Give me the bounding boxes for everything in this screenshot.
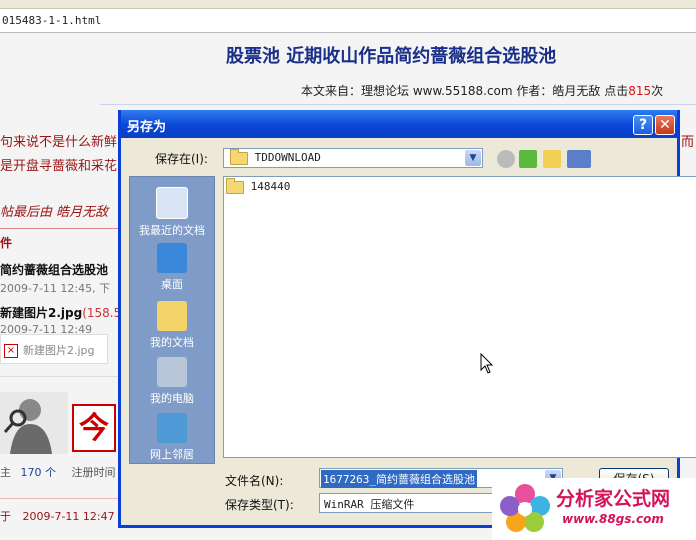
flower-logo-icon xyxy=(500,484,550,532)
file-list[interactable]: 148440 xyxy=(223,176,696,458)
divider xyxy=(100,104,696,105)
file-name: 148440 xyxy=(250,180,291,193)
save-in-dropdown[interactable]: TDDOWNLOAD ▼ xyxy=(223,148,483,168)
click-suffix: 次 xyxy=(651,84,664,98)
chevron-down-icon[interactable]: ▼ xyxy=(465,150,481,166)
place-network[interactable]: 网上邻居 xyxy=(130,413,214,462)
place-my-documents-label: 我的文档 xyxy=(150,336,194,349)
new-folder-icon[interactable] xyxy=(543,150,561,168)
save-in-value: TDDOWNLOAD xyxy=(230,148,321,165)
address-text: 015483-1-1.html xyxy=(2,14,102,27)
post-time: 于 2009-7-11 12:47 xyxy=(0,508,115,524)
article-body-line-1: 句来说不是什么新鲜 xyxy=(0,135,118,150)
place-my-documents[interactable]: 我的文档 xyxy=(130,301,214,350)
place-my-computer[interactable]: 我的电脑 xyxy=(130,357,214,406)
attachment-link[interactable]: 简约蔷薇组合选股池 xyxy=(0,261,108,278)
today-badge: 今 xyxy=(72,404,116,452)
filetype-value: WinRAR 压缩文件 xyxy=(324,498,415,511)
post-time-value: 2009-7-11 12:47 xyxy=(22,510,115,523)
place-desktop[interactable]: 桌面 xyxy=(130,243,214,292)
source-line: 本文来自：理想论坛 www.55188.com 作者：皓月无敌 点击815次 xyxy=(301,82,663,99)
back-icon[interactable] xyxy=(497,150,515,168)
user-stats-prefix: 主 xyxy=(0,466,11,479)
post-bottom-divider xyxy=(0,498,120,499)
my-computer-icon xyxy=(157,357,187,387)
user-reg-label: 注册时间 xyxy=(71,466,116,479)
attachments-header: 件 xyxy=(0,236,13,250)
broken-image-icon: × xyxy=(4,344,18,358)
list-item[interactable]: 148440 xyxy=(226,177,291,194)
section-divider xyxy=(0,228,120,229)
browser-toolbar xyxy=(0,0,696,9)
user-posts: 170 个 xyxy=(20,466,57,479)
address-bar[interactable]: 015483-1-1.html xyxy=(0,9,696,33)
mouse-cursor-icon xyxy=(480,353,494,374)
place-my-computer-label: 我的电脑 xyxy=(150,392,194,405)
save-in-folder-name: TDDOWNLOAD xyxy=(254,151,321,164)
image-attachment-title[interactable]: 新建图片2.jpg(158.5 xyxy=(0,304,121,321)
logo-name: 分析家公式网 xyxy=(556,488,671,510)
source-text: 本文来自：理想论坛 www.55188.com 作者：皓月无敌 点击 xyxy=(301,84,629,98)
save-in-label: 保存在(I): xyxy=(155,152,208,166)
edit-note: 帖最后由 皓月无敌 xyxy=(0,205,109,220)
desktop-icon xyxy=(157,243,187,273)
place-network-label: 网上邻居 xyxy=(150,448,194,461)
logo-url: www.88gs.com xyxy=(562,512,664,526)
article-body-line-1-right: 而 xyxy=(681,135,695,150)
my-documents-icon xyxy=(157,301,187,331)
dialog-title: 另存为 xyxy=(127,120,167,135)
user-stats: 主 170 个 注册时间 2 xyxy=(0,464,130,480)
filename-label: 文件名(N): xyxy=(225,474,284,488)
folder-icon xyxy=(230,148,248,165)
filename-value: 1677263_简约蔷薇组合选股池 xyxy=(321,470,477,488)
page-title: 股票池 近期收山作品简约蔷薇组合选股池 xyxy=(226,46,557,67)
place-recent[interactable]: 我最近的文档 xyxy=(130,187,214,238)
image-attachment-name: 新建图片2.jpg xyxy=(0,306,83,320)
save-as-dialog: 另存为 ? ✕ 保存在(I): TDDOWNLOAD ▼ 我最近的文档 桌面 我… xyxy=(118,110,696,528)
click-count: 815 xyxy=(628,84,652,98)
user-avatar-image xyxy=(0,392,68,454)
close-button[interactable]: ✕ xyxy=(655,115,675,135)
image-attachment-size: (158.5 xyxy=(82,306,122,320)
post-time-prefix: 于 xyxy=(0,510,11,523)
place-recent-label: 我最近的文档 xyxy=(139,224,205,237)
article-body-line-2: 是开盘寻蔷薇和采花 xyxy=(0,159,118,174)
filetype-label: 保存类型(T): xyxy=(225,498,294,512)
recent-documents-icon xyxy=(156,187,188,219)
places-bar: 我最近的文档 桌面 我的文档 我的电脑 网上邻居 xyxy=(129,176,215,464)
broken-image-filename: 新建图片2.jpg xyxy=(23,344,95,357)
attachment-meta: 2009-7-11 12:45, 下 xyxy=(0,282,111,295)
view-menu-icon[interactable] xyxy=(567,150,591,168)
folder-icon xyxy=(226,177,244,194)
help-button[interactable]: ? xyxy=(633,115,653,135)
broken-image[interactable]: × 新建图片2.jpg xyxy=(0,334,108,364)
place-desktop-label: 桌面 xyxy=(161,278,183,291)
dialog-titlebar[interactable]: 另存为 ? ✕ xyxy=(121,110,677,138)
post-divider xyxy=(0,376,120,377)
up-folder-icon[interactable] xyxy=(519,150,537,168)
network-places-icon xyxy=(157,413,187,443)
